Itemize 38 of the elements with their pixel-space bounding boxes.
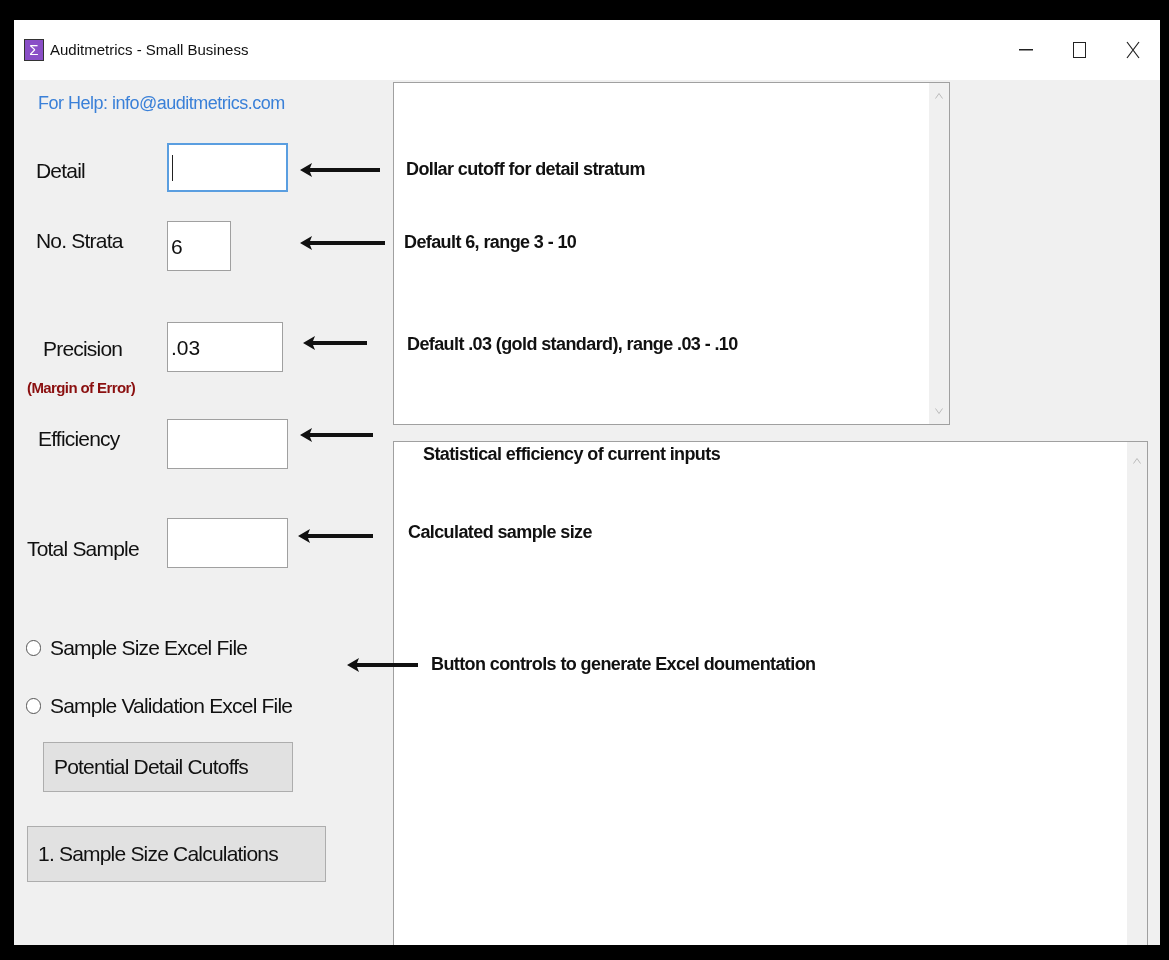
scroll-down-icon[interactable] (935, 408, 943, 414)
radio-label: Sample Validation Excel File (50, 693, 293, 719)
radio-button[interactable] (26, 697, 41, 714)
scroll-up-icon[interactable] (935, 93, 943, 99)
field-hint: (Margin of Error) (27, 380, 136, 395)
window-title: Auditmetrics - Small Business (50, 39, 249, 60)
arrow (347, 658, 418, 672)
app-icon: Σ (24, 39, 44, 61)
arrow (303, 336, 367, 350)
field-label: Detail (36, 160, 85, 181)
field-label: Precision (43, 338, 123, 359)
input-field[interactable] (167, 143, 288, 192)
action-button[interactable]: Potential Detail Cutoffs (43, 742, 293, 792)
annotation-text: Calculated sample size (408, 523, 592, 541)
annotation-text: Dollar cutoff for detail stratum (406, 160, 645, 178)
input-field[interactable] (167, 419, 288, 469)
annotation-text: Default .03 (gold standard), range .03 - .10 (407, 335, 738, 353)
maximize-icon[interactable] (1073, 42, 1086, 58)
annotation-text: Button controls to generate Excel doumentation (431, 655, 816, 673)
annotation-text: Statistical efficiency of current inputs (423, 445, 721, 463)
help-link[interactable]: For Help: info@auditmetrics.com (38, 90, 285, 117)
scrollbar[interactable] (1127, 442, 1147, 945)
annotation-text: Default 6, range 3 - 10 (404, 233, 577, 251)
field-label: Total Sample (27, 538, 139, 559)
input-field[interactable]: 6 (167, 221, 231, 271)
field-label: No. Strata (36, 230, 123, 251)
action-button[interactable]: 1. Sample Size Calculations (27, 826, 326, 882)
input-field[interactable]: .03 (167, 322, 283, 372)
minimize-icon[interactable] (1019, 49, 1033, 51)
text-area[interactable] (393, 441, 1148, 945)
input-field[interactable] (167, 518, 288, 568)
close-icon[interactable] (1126, 41, 1140, 59)
text-area[interactable] (393, 82, 950, 425)
scrollbar[interactable] (929, 83, 949, 424)
field-label: Efficiency (38, 428, 120, 449)
radio-label: Sample Size Excel File (50, 635, 248, 661)
radio-button[interactable] (26, 639, 41, 656)
scroll-up-icon[interactable] (1133, 458, 1141, 464)
